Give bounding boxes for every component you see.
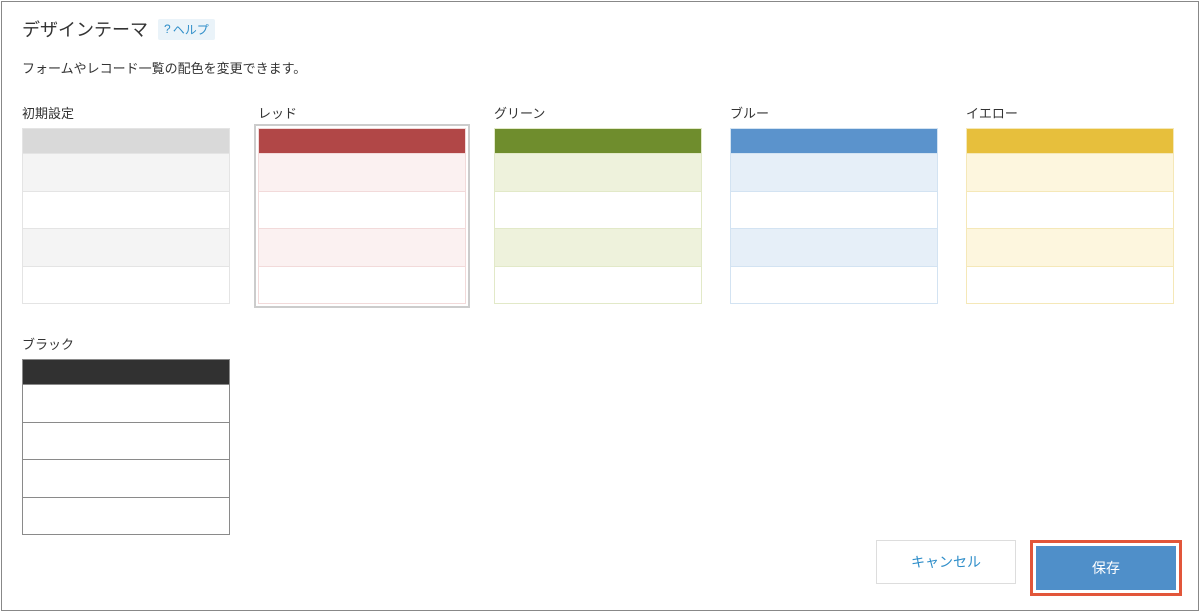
swatch-row — [731, 191, 937, 229]
help-link[interactable]: ? ヘルプ — [158, 19, 215, 40]
swatch-header — [495, 129, 701, 153]
swatch-row — [23, 266, 229, 304]
theme-swatch-default[interactable] — [22, 128, 230, 304]
swatch-row — [23, 497, 229, 535]
swatch-row — [23, 384, 229, 422]
swatch-row — [23, 459, 229, 497]
footer-buttons: キャンセル 保存 — [876, 540, 1182, 596]
swatch-row — [23, 153, 229, 191]
page-title: デザインテーマ — [22, 16, 148, 42]
settings-panel: デザインテーマ ? ヘルプ フォームやレコード一覧の配色を変更できます。 初期設… — [1, 1, 1199, 611]
description-text: フォームやレコード一覧の配色を変更できます。 — [22, 58, 1178, 77]
swatch-header — [967, 129, 1173, 153]
help-icon: ? — [164, 22, 171, 36]
swatch-row — [23, 191, 229, 229]
theme-swatch-blue[interactable] — [730, 128, 938, 304]
theme-option-yellow: イエロー — [966, 103, 1174, 304]
theme-label: イエロー — [966, 103, 1174, 122]
help-label: ヘルプ — [173, 21, 209, 38]
theme-option-default: 初期設定 — [22, 103, 230, 304]
theme-swatch-yellow[interactable] — [966, 128, 1174, 304]
swatch-row — [259, 266, 465, 304]
theme-label: 初期設定 — [22, 103, 230, 122]
swatch-row — [967, 153, 1173, 191]
swatch-row — [731, 228, 937, 266]
swatch-row — [731, 266, 937, 304]
themes-grid: 初期設定 レッド グリーン ブルー イエローブラック — [22, 103, 1178, 535]
swatch-row — [967, 266, 1173, 304]
theme-option-green: グリーン — [494, 103, 702, 304]
swatch-header — [731, 129, 937, 153]
theme-label: ブラック — [22, 334, 230, 353]
theme-label: レッド — [258, 103, 466, 122]
swatch-row — [23, 422, 229, 460]
swatch-header — [23, 360, 229, 384]
cancel-button[interactable]: キャンセル — [876, 540, 1016, 584]
swatch-row — [495, 266, 701, 304]
swatch-row — [495, 191, 701, 229]
header-row: デザインテーマ ? ヘルプ — [22, 16, 1178, 42]
theme-option-black: ブラック — [22, 334, 230, 535]
swatch-header — [259, 129, 465, 153]
swatch-row — [495, 153, 701, 191]
theme-option-red: レッド — [258, 103, 466, 304]
swatch-row — [967, 191, 1173, 229]
swatch-row — [259, 191, 465, 229]
theme-option-blue: ブルー — [730, 103, 938, 304]
swatch-row — [23, 228, 229, 266]
theme-label: ブルー — [730, 103, 938, 122]
theme-swatch-green[interactable] — [494, 128, 702, 304]
swatch-row — [259, 153, 465, 191]
theme-swatch-red[interactable] — [258, 128, 466, 304]
swatch-header — [23, 129, 229, 153]
save-button[interactable]: 保存 — [1036, 546, 1176, 590]
swatch-row — [495, 228, 701, 266]
swatch-row — [967, 228, 1173, 266]
save-highlight: 保存 — [1030, 540, 1182, 596]
theme-label: グリーン — [494, 103, 702, 122]
swatch-row — [731, 153, 937, 191]
theme-swatch-black[interactable] — [22, 359, 230, 535]
swatch-row — [259, 228, 465, 266]
